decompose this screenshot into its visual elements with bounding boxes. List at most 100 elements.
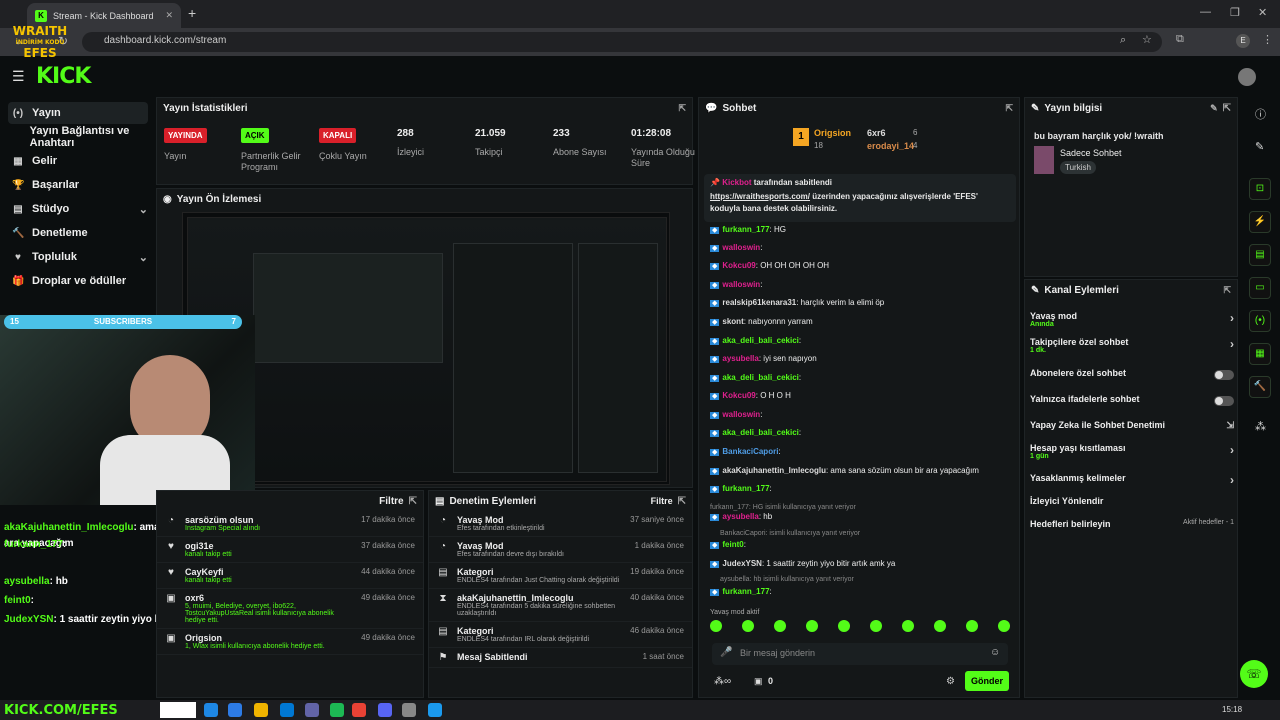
sidebar-item-5[interactable]: 🔨 Denetleme xyxy=(8,222,148,244)
taskbar-app-icon[interactable] xyxy=(228,703,242,717)
sidebar-item-7[interactable]: 🎁 Droplar ve ödüller xyxy=(8,270,148,292)
taskbar-app-icon[interactable] xyxy=(402,703,416,717)
emote-button[interactable] xyxy=(838,620,850,632)
chevron-right-icon[interactable]: › xyxy=(1230,337,1234,351)
emote-button[interactable] xyxy=(902,620,914,632)
gift-icon[interactable]: ▣ xyxy=(754,676,763,687)
chevron-down-icon[interactable]: ⌄ xyxy=(139,251,148,264)
channel-action-item[interactable]: Yalnızca ifadelerle sohbet xyxy=(1030,394,1234,416)
points-icon[interactable]: ⁂∞ xyxy=(714,676,731,687)
chat-input[interactable]: Bir mesaj gönderin xyxy=(712,643,1008,665)
mic-icon[interactable]: 🎤 xyxy=(720,647,732,658)
info-icon[interactable]: ⓘ xyxy=(1255,106,1266,122)
chat-username[interactable]: akaKajuhanettin_Imlecoglu xyxy=(722,466,826,475)
activity-title[interactable]: sarsözüm olsun xyxy=(185,515,353,525)
activity-title[interactable]: CayKeyfi xyxy=(185,567,353,577)
chat-username[interactable]: aka_deli_bali_cekici xyxy=(722,428,799,437)
hamburger-menu-icon[interactable]: ☰ xyxy=(12,68,25,85)
rail-button-2[interactable]: ▤ xyxy=(1249,244,1271,266)
kick-logo[interactable]: KICK xyxy=(36,64,91,89)
chat-username[interactable]: realskip61kenara31 xyxy=(722,298,796,307)
stream-preview-video[interactable] xyxy=(182,212,670,485)
activity-title[interactable]: oxr6 xyxy=(185,593,353,603)
popout-icon[interactable]: ⇱ xyxy=(1005,103,1013,114)
sidebar-item-3[interactable]: 🏆 Başarılar xyxy=(8,174,148,196)
chat-username[interactable]: BankaciCapori xyxy=(722,447,778,456)
channel-action-item[interactable]: Hedefleri belirleyin Aktif hedefler - 1 xyxy=(1030,519,1234,541)
emote-button[interactable] xyxy=(742,620,754,632)
chat-username[interactable]: furkann_177 xyxy=(722,225,769,234)
pinned-by-user[interactable]: Kickbot xyxy=(722,178,751,187)
emote-button[interactable] xyxy=(870,620,882,632)
popout-icon[interactable]: ⇱ xyxy=(409,496,417,507)
bookmark-star-icon[interactable]: ☆ xyxy=(1142,33,1152,46)
edit-layout-icon[interactable]: ✎ xyxy=(1255,140,1264,153)
activity-title[interactable]: Origsion xyxy=(185,633,353,643)
user-avatar[interactable] xyxy=(1238,68,1256,86)
rail-button-3[interactable]: ▭ xyxy=(1249,277,1271,299)
sidebar-item-4[interactable]: ▤ Stüdyo ⌄ xyxy=(8,198,148,220)
emoji-icon[interactable]: ☺ xyxy=(990,647,1000,658)
minimize-button[interactable]: — xyxy=(1200,6,1211,18)
channel-action-item[interactable]: Takipçilere özel sohbet 1 dk. › xyxy=(1030,337,1234,359)
taskbar-app-icon[interactable] xyxy=(352,703,366,717)
channel-action-item[interactable]: Yavaş mod Anında › xyxy=(1030,311,1234,333)
top-gifter-1[interactable]: Origsion xyxy=(814,128,851,138)
chat-username[interactable]: JudexYSN xyxy=(722,559,762,568)
emote-button[interactable] xyxy=(998,620,1010,632)
sidebar-item-1[interactable]: Yayın Bağlantısı ve Anahtarı xyxy=(8,125,148,149)
popout-icon[interactable]: ⇱ xyxy=(1223,103,1231,114)
emote-button[interactable] xyxy=(806,620,818,632)
chevron-down-icon[interactable]: ⌄ xyxy=(139,203,148,216)
maximize-button[interactable]: ❐ xyxy=(1230,6,1240,19)
activity-title[interactable]: ogi31e xyxy=(185,541,353,551)
extensions-icon[interactable]: ⧉ xyxy=(1176,33,1184,46)
rail-button-5[interactable]: ▦ xyxy=(1249,343,1271,365)
support-chat-button[interactable]: ☏ xyxy=(1240,660,1268,688)
channel-action-item[interactable]: İzleyici Yönlendir xyxy=(1030,496,1234,518)
taskbar-app-icon[interactable] xyxy=(428,703,442,717)
emote-button[interactable] xyxy=(710,620,722,632)
rail-button-1[interactable]: ⚡ xyxy=(1249,211,1271,233)
chat-username[interactable]: skont xyxy=(722,317,743,326)
taskbar-search[interactable] xyxy=(160,702,196,718)
chevron-right-icon[interactable]: › xyxy=(1230,443,1234,457)
profile-avatar[interactable]: E xyxy=(1236,34,1250,48)
top-gifter-2[interactable]: 6xr6 xyxy=(867,128,886,138)
taskbar-app-icon[interactable] xyxy=(204,703,218,717)
sidebar-item-2[interactable]: ▦ Gelir xyxy=(8,150,148,172)
chat-username[interactable]: feint0 xyxy=(722,540,743,549)
emote-button[interactable] xyxy=(774,620,786,632)
taskbar-app-icon[interactable] xyxy=(305,703,319,717)
top-gifter-3[interactable]: erodayi_14 xyxy=(867,141,914,151)
category-name[interactable]: Sadece Sohbet xyxy=(1060,148,1122,158)
taskbar-app-icon[interactable] xyxy=(330,703,344,717)
sidebar-item-0[interactable]: (•) Yayın xyxy=(8,102,148,124)
toggle-switch[interactable] xyxy=(1214,396,1234,406)
chat-username[interactable]: furkann_177 xyxy=(722,587,769,596)
chat-username[interactable]: walloswin xyxy=(722,410,760,419)
chat-username[interactable]: aysubella xyxy=(722,354,758,363)
emote-button[interactable] xyxy=(934,620,946,632)
rail-button-6[interactable]: 🔨 xyxy=(1249,376,1271,398)
category-thumbnail[interactable] xyxy=(1034,146,1054,174)
activity-filter-button[interactable]: Filtre xyxy=(379,496,403,507)
emote-button[interactable] xyxy=(966,620,978,632)
menu-icon[interactable]: ⋮ xyxy=(1262,33,1273,46)
close-tab-icon[interactable]: ✕ xyxy=(165,10,173,21)
channel-action-item[interactable]: Hesap yaşı kısıtlaması 1 gün › xyxy=(1030,443,1234,465)
chat-username[interactable]: Kokcu09 xyxy=(722,391,755,400)
url-input[interactable]: dashboard.kick.com/stream xyxy=(82,32,1162,52)
taskbar-app-icon[interactable] xyxy=(280,703,294,717)
rail-button-4[interactable]: (•) xyxy=(1249,310,1271,332)
chat-username[interactable]: aka_deli_bali_cekici xyxy=(722,336,799,345)
moderation-filter-button[interactable]: Filtre xyxy=(651,496,673,506)
chat-username[interactable]: walloswin xyxy=(722,280,760,289)
popout-icon[interactable]: ⇱ xyxy=(678,496,686,507)
edit-pencil-icon[interactable]: ✎ xyxy=(1210,103,1218,114)
channel-action-item[interactable]: Yasaklanmış kelimeler › xyxy=(1030,473,1234,495)
pinned-link[interactable]: https://wraithesports.com/ xyxy=(710,192,810,201)
channel-action-item[interactable]: Abonelere özel sohbet xyxy=(1030,368,1234,390)
chat-username[interactable]: aka_deli_bali_cekici xyxy=(722,373,799,382)
toggle-switch[interactable] xyxy=(1214,370,1234,380)
